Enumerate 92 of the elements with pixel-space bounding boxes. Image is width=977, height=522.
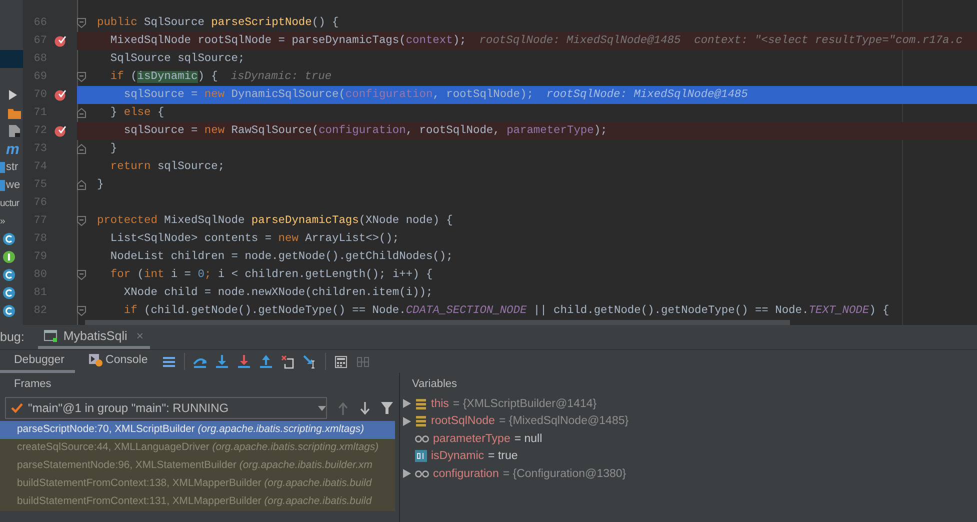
window-icon	[44, 329, 58, 342]
tab-label: Console	[106, 354, 148, 366]
caret-icon	[318, 406, 326, 410]
inline-value: rootSqlNode: MixedSqlNode@1485	[546, 89, 748, 101]
variable-value: = true	[488, 450, 518, 462]
variable-name[interactable]: parameterType	[433, 432, 510, 445]
code-line: return sqlSource;	[109, 161, 225, 173]
interface-icon[interactable]	[2, 250, 16, 264]
code-line: sqlSource = new RawSqlSource(configuration, rootSqlNode, parameterType);	[122, 125, 608, 137]
file-icon[interactable]	[0, 180, 5, 190]
variable-name[interactable]: rootSqlNode	[431, 415, 495, 428]
class-icon[interactable]	[2, 304, 16, 318]
variable-name[interactable]: this	[431, 398, 449, 410]
breakpoint-icon[interactable]	[54, 89, 66, 101]
tree-item[interactable]: str	[6, 161, 18, 173]
menu-icon[interactable]	[162, 354, 176, 368]
code-line: } else {	[109, 107, 164, 119]
thread-label: "main"@1 in group "main": RUNNING	[28, 401, 230, 415]
step-out-icon[interactable]	[258, 354, 273, 368]
frame-item[interactable]: parseStatementNode:96, XMLStatementBuilder (org.apache.ibatis.builder.xm	[0, 457, 395, 475]
fold-icon[interactable]	[77, 108, 86, 118]
tree-item[interactable]: we	[6, 179, 20, 191]
variable-name[interactable]: isDynamic	[431, 450, 484, 462]
inline-value: rootSqlNode: MixedSqlNode@1485 context: "<select resultType="com.r17a.c	[479, 35, 963, 47]
code-line: NodeList children = node.getNode().getChildNodes();	[109, 251, 453, 263]
stack-icon	[415, 415, 427, 428]
code-line: public SqlSource parseScriptNode() {	[97, 17, 339, 29]
frame-item[interactable]: parseScriptNode:70, XMLScriptBuilder (org.apache.ibatis.scripting.xmltags)	[0, 421, 395, 439]
tab-label: MybatisSqli	[63, 328, 128, 342]
tab-label: Debugger	[14, 354, 65, 366]
fold-icon[interactable]	[77, 216, 86, 226]
frame-item[interactable]: createSqlSource:44, XMLLanguageDriver (org.apache.ibatis.scripting.xmltags)	[0, 439, 395, 457]
variable-value: = {MixedSqlNode@1485}	[498, 415, 629, 428]
frame-item[interactable]: buildStatementFromContext:131, XMLMapperBuilder (org.apache.ibatis.build	[0, 493, 395, 511]
variable-value: = null	[514, 432, 542, 445]
check-icon	[11, 403, 23, 413]
variable-value: = {Configuration@1380}	[502, 468, 626, 480]
fold-icon[interactable]	[77, 270, 86, 280]
fold-icon[interactable]	[77, 18, 86, 28]
filter-icon[interactable]	[381, 402, 393, 414]
code-line: XNode child = node.newXNode(children.item(i));	[122, 287, 433, 299]
inline-value: isDynamic: true	[230, 71, 332, 83]
play-icon[interactable]	[8, 90, 18, 100]
file-icon[interactable]	[9, 125, 20, 137]
run-to-cursor-icon[interactable]	[302, 354, 317, 368]
panel-header: Frames	[13, 377, 52, 392]
glasses-icon	[415, 434, 429, 443]
code-line: MixedSqlNode rootSqlNode = parseDynamicTags(context);	[109, 35, 466, 47]
class-icon[interactable]	[2, 232, 16, 246]
thread-dropdown[interactable]: "main"@1 in group "main": RUNNING	[5, 397, 327, 419]
code-line: protected MixedSqlNode parseDynamicTags(XNode node) {	[97, 215, 453, 227]
down-arrow-icon[interactable]	[359, 402, 371, 414]
file-icon[interactable]	[0, 162, 5, 172]
session-tab[interactable]: MybatisSqli ×	[38, 325, 150, 349]
code-line: List<SqlNode> contents = new ArrayList<>();	[109, 233, 400, 245]
panel-header: Variables	[411, 377, 458, 392]
stack-icon	[415, 398, 427, 410]
fold-icon[interactable]	[77, 180, 86, 190]
panel-tab[interactable]: Debugger	[0, 350, 75, 373]
panel-title: bug:	[0, 330, 24, 344]
panel-label[interactable]: »	[0, 216, 5, 226]
class-icon[interactable]	[2, 286, 16, 300]
panel-label[interactable]: uctur	[0, 198, 20, 208]
breakpoint-icon[interactable]	[54, 35, 66, 47]
variable-name[interactable]: configuration	[433, 468, 499, 480]
variable-value: = {XMLScriptBuilder@1414}	[452, 398, 597, 410]
scrollbar[interactable]	[85, 320, 790, 325]
folder-icon[interactable]	[8, 108, 21, 118]
class-icon[interactable]	[2, 268, 16, 282]
console-icon	[88, 353, 103, 367]
calculator-icon[interactable]	[334, 354, 348, 368]
code-line: if (isDynamic) {	[109, 71, 218, 83]
fold-icon[interactable]	[77, 72, 86, 82]
force-step-into-icon[interactable]	[236, 354, 251, 368]
code-line: }	[97, 179, 104, 191]
module-item[interactable]: m	[6, 140, 20, 158]
primitive-icon	[415, 450, 427, 462]
drop-frame-icon[interactable]	[280, 354, 295, 368]
code-line: }	[109, 143, 118, 155]
code-line: SqlSource sqlSource;	[109, 53, 245, 65]
glasses-icon	[415, 470, 429, 478]
fold-icon[interactable]	[77, 144, 86, 154]
breakpoint-icon[interactable]	[54, 125, 66, 137]
step-into-icon[interactable]	[214, 354, 229, 368]
code-line: if (child.getNode().getNodeType() == Node.CDATA_SECTION_NODE || child.getNode().getNodeType() == Node.TEXT_NODE) {	[122, 305, 890, 317]
expand-arrow-icon[interactable]	[403, 469, 411, 478]
panel-tab[interactable]: Console	[74, 350, 158, 373]
code-line: sqlSource = new DynamicSqlSource(configuration, rootSqlNode);	[122, 89, 534, 101]
code-line: for (int i = 0; i < children.getLength(); i++) {	[109, 269, 433, 281]
close-button[interactable]: ×	[136, 328, 144, 342]
fold-icon[interactable]	[77, 306, 86, 316]
frame-item[interactable]: buildStatementFromContext:138, XMLMapperBuilder (org.apache.ibatis.build	[0, 475, 395, 493]
